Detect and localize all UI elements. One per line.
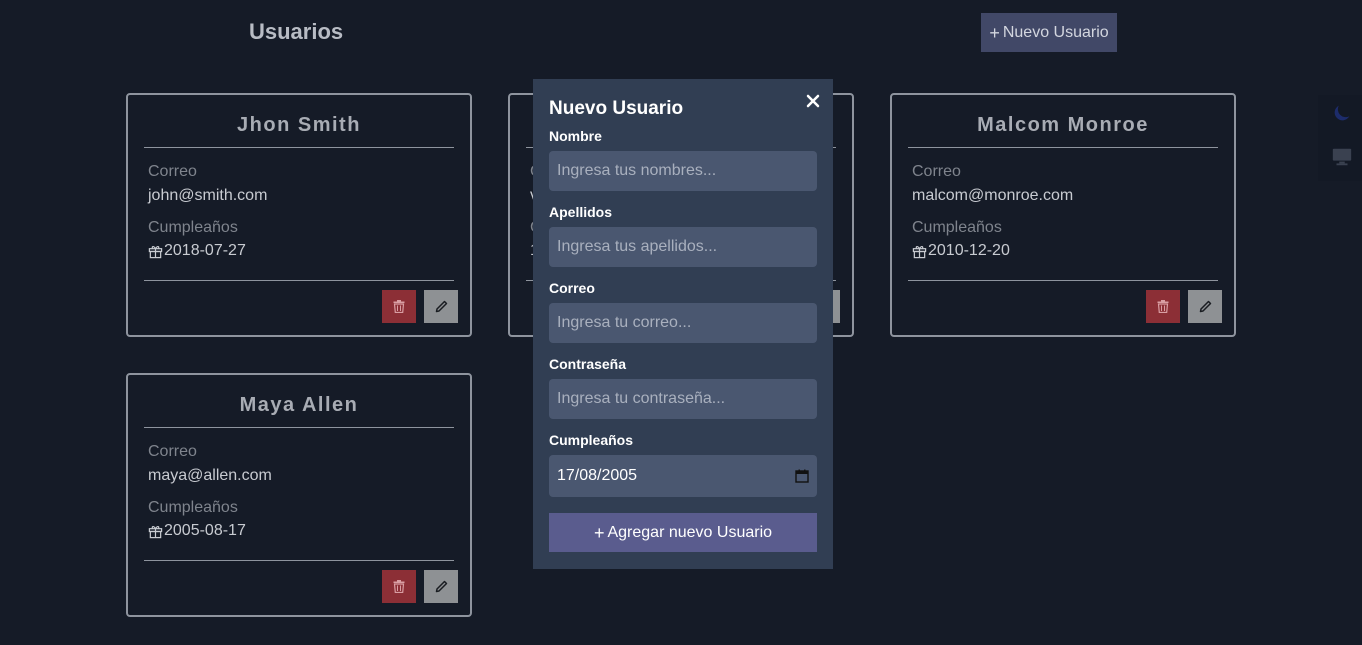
nombre-input[interactable]	[549, 151, 817, 191]
correo-label: Correo	[549, 280, 595, 296]
birthday-row: 2005-08-17	[148, 522, 246, 540]
birthday-row: 2010-12-20	[912, 242, 1010, 260]
new-user-button-label: Nuevo Usuario	[1002, 23, 1109, 41]
pencil-icon	[435, 300, 447, 313]
edit-button[interactable]	[424, 290, 458, 323]
trash-icon	[1157, 300, 1169, 313]
trash-icon	[393, 580, 405, 593]
edit-button[interactable]	[424, 570, 458, 603]
cumpleanos-label: Cumpleaños	[549, 432, 634, 448]
trash-icon	[393, 300, 405, 313]
divider	[144, 280, 454, 281]
page-title: Usuarios	[249, 19, 344, 44]
correo-input[interactable]	[549, 303, 817, 343]
birthday-row: 2018-07-27	[148, 242, 246, 260]
user-card: Malcom Monroe Correo malcom@monroe.com C…	[890, 93, 1236, 337]
divider	[144, 147, 454, 148]
email-label: Correo	[148, 443, 197, 460]
pencil-icon	[435, 580, 447, 593]
divider	[908, 147, 1218, 148]
email-label: Correo	[912, 163, 961, 180]
plus-icon: +	[989, 22, 1000, 43]
edit-button[interactable]	[1188, 290, 1222, 323]
contrasena-input[interactable]	[549, 379, 817, 419]
divider	[144, 427, 454, 428]
pencil-icon	[1199, 300, 1211, 313]
close-icon[interactable]	[803, 91, 823, 111]
email-label: Correo	[148, 163, 197, 180]
add-user-button[interactable]: + Agregar nuevo Usuario	[549, 513, 817, 552]
email-value: john@smith.com	[148, 187, 268, 204]
moon-icon[interactable]	[1330, 101, 1354, 125]
birthday-value: 2018-07-27	[164, 242, 246, 259]
birthday-date-input[interactable]: 17/08/2005	[549, 455, 817, 497]
birthday-label: Cumpleaños	[148, 219, 238, 236]
birthday-label: Cumpleaños	[912, 219, 1002, 236]
plus-icon: +	[593, 522, 605, 543]
email-value: maya@allen.com	[148, 467, 272, 484]
gift-icon	[148, 245, 163, 258]
email-value: malcom@monroe.com	[912, 187, 1074, 204]
user-card: Maya Allen Correo maya@allen.com Cumplea…	[126, 373, 472, 617]
delete-button[interactable]	[382, 290, 416, 323]
contrasena-label: Contraseña	[549, 356, 627, 372]
birthday-value: 2005-08-17	[164, 522, 246, 539]
gift-icon	[148, 525, 163, 538]
add-user-button-label: Agregar nuevo Usuario	[607, 523, 773, 541]
monitor-icon[interactable]	[1330, 145, 1354, 169]
birthday-label: Cumpleaños	[148, 499, 238, 516]
nombre-label: Nombre	[549, 128, 602, 144]
calendar-icon[interactable]	[795, 469, 809, 483]
user-name: Maya Allen	[239, 394, 359, 416]
user-name: Malcom Monroe	[977, 114, 1149, 136]
delete-button[interactable]	[1146, 290, 1180, 323]
divider	[144, 560, 454, 561]
new-user-button[interactable]: + Nuevo Usuario	[981, 13, 1117, 52]
delete-button[interactable]	[382, 570, 416, 603]
birthday-value: 2010-12-20	[928, 242, 1010, 259]
modal-title: Nuevo Usuario	[549, 98, 684, 119]
user-card: Jhon Smith Correo john@smith.com Cumplea…	[126, 93, 472, 337]
theme-switcher	[1318, 95, 1362, 181]
gift-icon	[912, 245, 927, 258]
new-user-modal: Nuevo Usuario Nombre Apellidos Correo Co…	[533, 79, 833, 569]
birthday-date-value: 17/08/2005	[557, 467, 638, 484]
apellidos-label: Apellidos	[549, 204, 613, 220]
divider	[908, 280, 1218, 281]
user-name: Jhon Smith	[237, 114, 361, 136]
apellidos-input[interactable]	[549, 227, 817, 267]
